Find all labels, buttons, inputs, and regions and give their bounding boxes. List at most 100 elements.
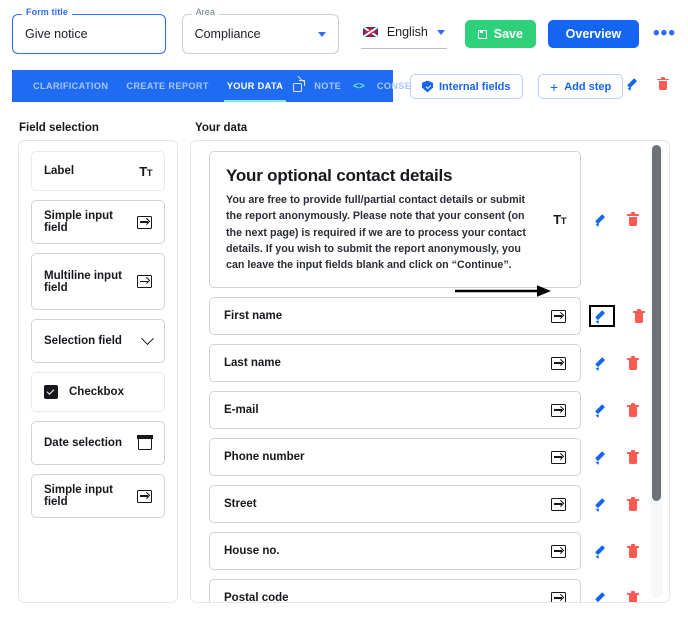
edit-header-button[interactable] bbox=[595, 213, 609, 227]
vertical-scrollbar[interactable] bbox=[650, 145, 663, 598]
phone-number-delete-button[interactable] bbox=[627, 450, 639, 464]
more-options-icon[interactable]: ••• bbox=[653, 24, 676, 43]
field-row-phone-number[interactable]: Phone number bbox=[209, 438, 581, 477]
chevron-down-icon bbox=[436, 29, 445, 35]
table-row: First name bbox=[209, 297, 653, 336]
chevron-down-icon bbox=[141, 331, 154, 345]
postal-code-edit-button[interactable] bbox=[595, 591, 609, 602]
table-row: House no. bbox=[209, 532, 653, 571]
delete-header-button[interactable] bbox=[627, 212, 639, 227]
field-option-label-text: Checkbox bbox=[69, 386, 124, 398]
pencil-icon bbox=[595, 309, 609, 323]
area-value: Compliance bbox=[194, 27, 261, 41]
save-button-label: Save bbox=[493, 27, 523, 41]
field-option-label-text: Simple input field bbox=[44, 484, 113, 508]
language-select[interactable]: English bbox=[360, 19, 447, 49]
input-field-icon bbox=[137, 489, 152, 503]
postal-code-delete-button[interactable] bbox=[627, 591, 639, 602]
field-row-label: Phone number bbox=[224, 451, 305, 464]
add-step-button[interactable]: + Add step bbox=[538, 74, 624, 99]
field-row-label: House no. bbox=[224, 545, 280, 558]
table-row: Postal code bbox=[209, 579, 653, 603]
field-option-label-text: Selection field bbox=[44, 335, 122, 347]
email-edit-button[interactable] bbox=[595, 403, 609, 417]
input-field-icon bbox=[551, 309, 566, 323]
overview-button-label: Overview bbox=[565, 27, 622, 41]
input-field-icon bbox=[137, 215, 152, 229]
app-root: Form title Give notice Area Compliance E… bbox=[0, 0, 688, 619]
field-selection-heading: Field selection bbox=[19, 122, 99, 134]
input-field-icon bbox=[551, 403, 566, 417]
field-row-first-name[interactable]: First name bbox=[209, 297, 581, 336]
field-row-label: Street bbox=[224, 498, 257, 511]
input-field-icon bbox=[551, 591, 566, 602]
field-row-street[interactable]: Street bbox=[209, 485, 581, 524]
tab-your-data[interactable]: YOUR DATA bbox=[218, 70, 292, 102]
field-option-date-selection[interactable]: Date selection bbox=[31, 421, 165, 465]
house-no-edit-button[interactable] bbox=[595, 544, 609, 558]
table-row: Last name bbox=[209, 344, 653, 383]
field-row-label: Postal code bbox=[224, 592, 289, 603]
tab-create-report[interactable]: CREATE REPORT bbox=[117, 70, 217, 102]
top-toolbar: Form title Give notice Area Compliance E… bbox=[0, 0, 688, 68]
field-row-label: Last name bbox=[224, 357, 281, 370]
code-brackets-icon: <> bbox=[353, 80, 365, 92]
field-row-email[interactable]: E-mail bbox=[209, 391, 581, 430]
field-option-label[interactable]: Label TT bbox=[31, 151, 165, 191]
table-row: Phone number bbox=[209, 438, 653, 477]
form-header-card[interactable]: Your optional contact details You are fr… bbox=[209, 151, 581, 289]
field-option-multiline-input[interactable]: Multiline input field bbox=[31, 253, 165, 310]
last-name-delete-button[interactable] bbox=[627, 356, 639, 370]
email-delete-button[interactable] bbox=[627, 403, 639, 417]
form-title-legend: Form title bbox=[22, 8, 73, 17]
street-edit-button[interactable] bbox=[595, 497, 609, 511]
shield-icon bbox=[422, 80, 433, 93]
field-row-last-name[interactable]: Last name bbox=[209, 344, 581, 383]
form-header-row: Your optional contact details You are fr… bbox=[209, 151, 653, 289]
area-legend: Area bbox=[191, 8, 219, 17]
last-name-edit-button[interactable] bbox=[595, 356, 609, 370]
overview-button[interactable]: Overview bbox=[547, 20, 640, 48]
uk-flag-icon bbox=[362, 27, 378, 37]
your-data-heading: Your data bbox=[195, 122, 248, 134]
table-row: Street bbox=[209, 485, 653, 524]
input-field-icon bbox=[551, 356, 566, 370]
your-data-scroll-area: Your optional contact details You are fr… bbox=[191, 141, 669, 602]
plus-icon: + bbox=[550, 78, 559, 95]
delete-step-button[interactable] bbox=[657, 76, 669, 91]
save-button[interactable]: Save bbox=[464, 20, 536, 48]
internal-fields-label: Internal fields bbox=[439, 80, 511, 93]
form-title-value: Give notice bbox=[25, 27, 88, 41]
field-option-label-text: Multiline input field bbox=[44, 269, 122, 294]
chevron-down-icon bbox=[317, 31, 326, 37]
tab-note[interactable]: NOTE bbox=[305, 70, 350, 102]
first-name-edit-button[interactable] bbox=[589, 305, 615, 328]
field-option-checkbox[interactable]: Checkbox bbox=[31, 372, 165, 412]
table-row: E-mail bbox=[209, 391, 653, 430]
field-selection-panel: Label TT Simple input field Multiline in… bbox=[18, 140, 178, 603]
field-row-label: First name bbox=[224, 310, 283, 323]
house-no-delete-button[interactable] bbox=[627, 544, 639, 558]
field-option-simple-input[interactable]: Simple input field bbox=[31, 200, 165, 244]
edit-step-button[interactable] bbox=[627, 77, 641, 91]
field-option-label-text: Label bbox=[44, 165, 75, 177]
field-row-postal-code[interactable]: Postal code bbox=[209, 579, 581, 603]
contact-details-heading: Your optional contact details bbox=[226, 166, 453, 185]
field-option-label-text: Simple input field bbox=[44, 210, 113, 234]
area-select[interactable]: Area Compliance bbox=[181, 8, 339, 54]
field-option-simple-input-2[interactable]: Simple input field bbox=[31, 474, 165, 518]
phone-number-edit-button[interactable] bbox=[595, 450, 609, 464]
field-row-house-no[interactable]: House no. bbox=[209, 532, 581, 571]
checkbox-checked-icon bbox=[44, 385, 58, 399]
tab-clarification[interactable]: CLARIFICATION bbox=[24, 70, 117, 102]
field-row-label: E-mail bbox=[224, 404, 259, 417]
field-option-selection-field[interactable]: Selection field bbox=[31, 319, 165, 363]
step-tab-bar: CLARIFICATION CREATE REPORT YOUR DATA NO… bbox=[12, 70, 424, 102]
form-title-field[interactable]: Form title Give notice bbox=[12, 8, 166, 54]
scrollbar-thumb[interactable] bbox=[652, 145, 661, 501]
first-name-delete-button[interactable] bbox=[633, 309, 645, 323]
street-delete-button[interactable] bbox=[627, 497, 639, 511]
external-link-icon bbox=[292, 80, 305, 92]
internal-fields-button[interactable]: Internal fields bbox=[410, 74, 523, 99]
contact-details-paragraph: You are free to provide full/partial con… bbox=[226, 194, 526, 272]
